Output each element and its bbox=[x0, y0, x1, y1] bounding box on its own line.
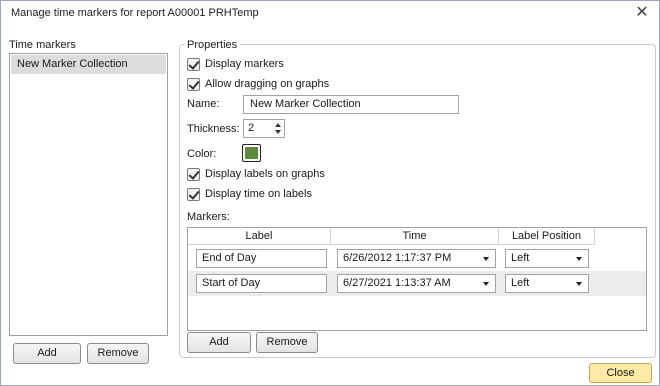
chevron-down-icon[interactable] bbox=[576, 257, 582, 261]
display-labels-label: Display labels on graphs bbox=[205, 168, 325, 180]
chevron-down-icon[interactable] bbox=[576, 282, 582, 286]
column-header-time[interactable]: Time bbox=[331, 228, 499, 245]
table-row[interactable]: End of Day 6/26/2012 1:17:37 PM Left bbox=[188, 246, 646, 271]
close-icon[interactable]: ✕ bbox=[631, 3, 653, 25]
dialog-window: Manage time markers for report A00001 PR… bbox=[0, 0, 660, 386]
marker-position-select[interactable]: Left bbox=[505, 274, 589, 293]
display-labels-checkbox[interactable]: Display labels on graphs bbox=[187, 167, 357, 183]
list-item[interactable]: New Marker Collection bbox=[11, 55, 166, 74]
checkbox-checked-icon[interactable] bbox=[187, 168, 200, 181]
markers-table: Label Time Label Position End of Day 6/2… bbox=[187, 227, 647, 331]
thickness-label: Thickness: bbox=[187, 123, 240, 135]
color-swatch bbox=[245, 147, 258, 159]
column-header-label[interactable]: Label bbox=[188, 228, 331, 245]
marker-time-value: 6/27/2021 1:13:37 AM bbox=[343, 277, 451, 289]
marker-time-value: 6/26/2012 1:17:37 PM bbox=[343, 252, 452, 264]
display-markers-label: Display markers bbox=[205, 58, 284, 70]
display-time-label: Display time on labels bbox=[205, 188, 312, 200]
marker-time-picker[interactable]: 6/27/2021 1:13:37 AM bbox=[337, 274, 496, 293]
chevron-down-icon[interactable] bbox=[483, 257, 489, 261]
remove-collection-button[interactable]: Remove bbox=[87, 343, 149, 364]
marker-label-input[interactable]: End of Day bbox=[196, 249, 327, 268]
spin-down-icon[interactable] bbox=[275, 130, 281, 134]
allow-dragging-checkbox[interactable]: Allow dragging on graphs bbox=[187, 77, 357, 93]
marker-time-picker[interactable]: 6/26/2012 1:17:37 PM bbox=[337, 249, 496, 268]
color-picker-button[interactable] bbox=[242, 144, 261, 162]
marker-position-select[interactable]: Left bbox=[505, 249, 589, 268]
name-field[interactable]: New Marker Collection bbox=[243, 95, 459, 114]
marker-position-value: Left bbox=[511, 252, 530, 264]
display-time-checkbox[interactable]: Display time on labels bbox=[187, 187, 357, 203]
marker-label-input[interactable]: Start of Day bbox=[196, 274, 327, 293]
marker-position-value: Left bbox=[511, 277, 530, 289]
close-button[interactable]: Close bbox=[589, 363, 652, 383]
dialog-title: Manage time markers for report A00001 PR… bbox=[11, 7, 259, 19]
thickness-stepper[interactable]: 2 bbox=[243, 119, 285, 138]
thickness-value: 2 bbox=[248, 122, 255, 134]
table-row[interactable]: Start of Day 6/27/2021 1:13:37 AM Left bbox=[188, 271, 646, 296]
title-bar: Manage time markers for report A00001 PR… bbox=[1, 1, 659, 27]
chevron-down-icon[interactable] bbox=[483, 282, 489, 286]
time-markers-list[interactable]: New Marker Collection bbox=[9, 53, 168, 336]
markers-label: Markers: bbox=[187, 211, 230, 223]
remove-marker-button[interactable]: Remove bbox=[256, 332, 318, 353]
display-markers-checkbox[interactable]: Display markers bbox=[187, 57, 327, 73]
add-marker-button[interactable]: Add bbox=[187, 332, 251, 353]
color-label: Color: bbox=[187, 148, 217, 160]
properties-group-title: Properties bbox=[184, 39, 241, 51]
time-markers-label: Time markers bbox=[9, 39, 76, 51]
add-collection-button[interactable]: Add bbox=[13, 343, 81, 364]
checkbox-checked-icon[interactable] bbox=[187, 78, 200, 91]
column-header-label-position[interactable]: Label Position bbox=[499, 228, 595, 245]
name-label: Name: bbox=[187, 98, 220, 110]
spin-up-icon[interactable] bbox=[275, 123, 281, 127]
allow-dragging-label: Allow dragging on graphs bbox=[205, 78, 330, 90]
checkbox-checked-icon[interactable] bbox=[187, 58, 200, 71]
checkbox-checked-icon[interactable] bbox=[187, 188, 200, 201]
